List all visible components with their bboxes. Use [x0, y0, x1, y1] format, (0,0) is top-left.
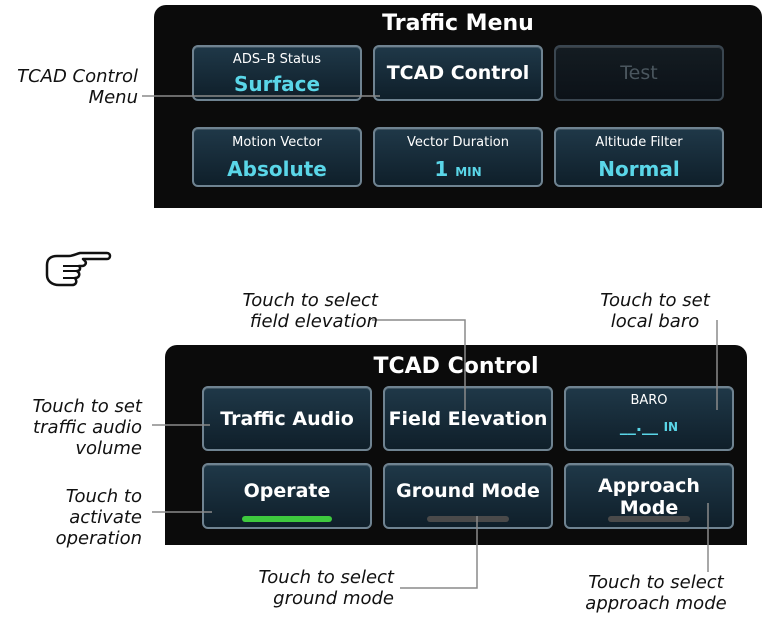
- callout-line: Menu: [88, 87, 138, 108]
- local-baro-callout: Touch to set local baro: [586, 290, 724, 332]
- callout-line: volume: [75, 438, 142, 459]
- callout-line: operation: [55, 528, 142, 549]
- callout-line: Touch to select: [258, 567, 395, 588]
- callout-line: approach mode: [585, 593, 727, 614]
- traffic-audio-callout: Touch to set traffic audio volume: [4, 396, 142, 459]
- approach-mode-callout: Touch to select approach mode: [572, 572, 740, 614]
- callout-line: Touch to: [65, 486, 142, 507]
- ground-mode-callout: Touch to select ground mode: [228, 567, 395, 609]
- activate-callout: Touch to activate operation: [4, 486, 142, 549]
- callout-line: TCAD Control: [17, 66, 138, 87]
- callout-line: Touch to set: [32, 396, 142, 417]
- callout-line: ground mode: [273, 588, 394, 609]
- callout-line: Touch to select: [588, 572, 724, 593]
- callout-line: activate: [69, 507, 142, 528]
- callout-line: traffic audio: [33, 417, 142, 438]
- callout-line: local baro: [610, 311, 700, 332]
- tcad-menu-callout: TCAD Control Menu: [4, 66, 138, 108]
- field-elevation-callout: Touch to select field elevation: [218, 290, 379, 332]
- callout-line: field elevation: [249, 311, 378, 332]
- callout-line: Touch to set: [600, 290, 710, 311]
- callout-line: Touch to select: [242, 290, 379, 311]
